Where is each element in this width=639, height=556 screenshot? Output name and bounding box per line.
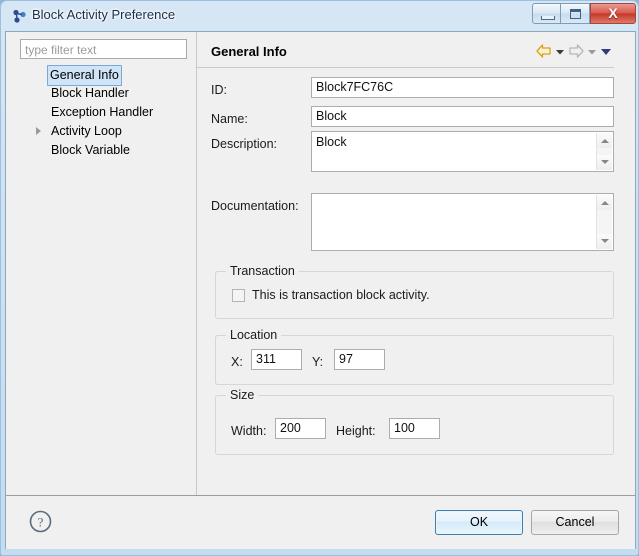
block-activity-icon <box>11 8 28 25</box>
dialog-client-area: type filter text General Info Block Hand… <box>5 31 636 549</box>
dialog-window: Block Activity Preference X type filter … <box>0 0 639 556</box>
close-button[interactable]: X <box>590 3 636 24</box>
help-icon[interactable]: ? <box>28 509 53 534</box>
size-width-label: Width: <box>231 424 267 438</box>
minimize-icon <box>541 16 555 20</box>
scroll-down-icon[interactable] <box>597 234 612 249</box>
page-navigation-toolbar <box>535 42 613 60</box>
title-separator <box>197 67 614 68</box>
scroll-up-icon[interactable] <box>597 195 612 210</box>
dialog-footer: ? OK Cancel <box>6 495 635 549</box>
description-label: Description: <box>211 137 277 151</box>
sidebar-item-label: Activity Loop <box>51 124 122 138</box>
sidebar-item-activity-loop[interactable]: Activity Loop <box>20 122 187 141</box>
size-height-label: Height: <box>336 424 376 438</box>
description-textarea[interactable]: Block <box>311 131 614 172</box>
location-x-input[interactable]: 311 <box>251 349 302 370</box>
location-y-label: Y: <box>312 355 324 369</box>
maximize-button[interactable] <box>561 3 590 24</box>
name-input[interactable]: Block <box>311 106 614 127</box>
page-menu-chevron-down-icon[interactable] <box>599 43 613 59</box>
description-value: Block <box>316 135 347 149</box>
cancel-button[interactable]: Cancel <box>531 510 619 535</box>
svg-text:?: ? <box>38 515 44 530</box>
transaction-checkbox-label: This is transaction block activity. <box>252 288 430 302</box>
location-y-input[interactable]: 97 <box>334 349 385 370</box>
description-scrollbar[interactable] <box>596 133 612 170</box>
documentation-scrollbar[interactable] <box>596 195 612 249</box>
page-title: General Info <box>211 44 287 59</box>
filter-input[interactable]: type filter text <box>20 39 187 59</box>
size-group-title: Size <box>226 388 259 402</box>
size-group: Size Width: 200 Height: 100 <box>215 388 614 455</box>
transaction-checkbox[interactable] <box>232 289 245 302</box>
sidebar-item-exception-handler[interactable]: Exception Handler <box>20 103 187 122</box>
sidebar-item-label: Block Handler <box>51 86 129 100</box>
transaction-group-title: Transaction <box>226 264 299 278</box>
back-arrow-icon[interactable] <box>535 43 553 59</box>
sidebar-item-block-variable[interactable]: Block Variable <box>20 141 187 160</box>
maximize-icon <box>570 9 581 19</box>
forward-arrow-icon[interactable] <box>567 43 585 59</box>
dialog-body: type filter text General Info Block Hand… <box>6 32 635 495</box>
scroll-up-icon[interactable] <box>597 133 612 148</box>
transaction-group: Transaction This is transaction block ac… <box>215 264 614 319</box>
title-bar: Block Activity Preference X <box>1 1 639 31</box>
sidebar-item-label: Exception Handler <box>51 105 154 119</box>
name-label: Name: <box>211 112 248 126</box>
scroll-down-icon[interactable] <box>597 155 612 170</box>
sidebar-item-label: Block Variable <box>51 143 130 157</box>
size-width-input[interactable]: 200 <box>275 418 326 439</box>
close-icon: X <box>608 5 618 21</box>
ok-button[interactable]: OK <box>435 510 523 535</box>
navigation-panel: type filter text General Info Block Hand… <box>6 32 196 495</box>
preference-tree[interactable]: General Info Block Handler Exception Han… <box>20 65 187 485</box>
back-menu-chevron-down-icon[interactable] <box>553 43 567 59</box>
id-input[interactable]: Block7FC76C <box>311 77 614 98</box>
minimize-button[interactable] <box>532 3 561 24</box>
documentation-label: Documentation: <box>211 199 299 213</box>
window-controls: X <box>532 3 636 25</box>
forward-menu-chevron-down-icon[interactable] <box>585 43 599 59</box>
expand-arrow-icon[interactable] <box>36 127 41 135</box>
location-group: Location X: 311 Y: 97 <box>215 328 614 385</box>
sidebar-item-label: General Info <box>47 65 122 86</box>
location-group-title: Location <box>226 328 282 342</box>
location-x-label: X: <box>231 355 243 369</box>
documentation-textarea[interactable] <box>311 193 614 251</box>
window-title: Block Activity Preference <box>32 7 176 22</box>
id-label: ID: <box>211 83 227 97</box>
preference-page: General Info ID: Block7FC76C Name: Block… <box>197 32 635 495</box>
sidebar-item-block-handler[interactable]: Block Handler <box>20 84 187 103</box>
sidebar-item-general-info[interactable]: General Info <box>20 65 187 86</box>
size-height-input[interactable]: 100 <box>389 418 440 439</box>
